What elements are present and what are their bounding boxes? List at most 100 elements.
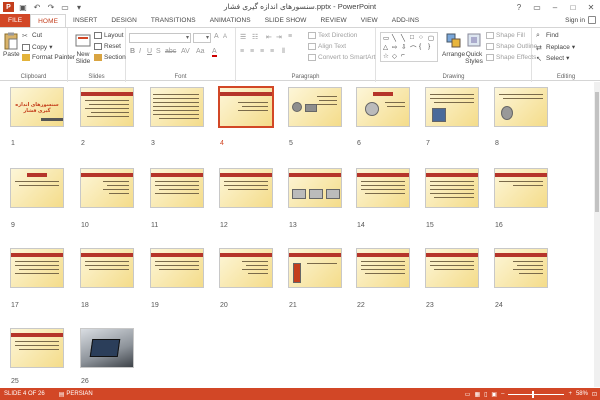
- slide-thumbnail-10[interactable]: [80, 168, 134, 208]
- shape-fill-button[interactable]: Shape Fill: [486, 32, 525, 39]
- arrange-button[interactable]: Arrange: [442, 32, 465, 58]
- slide-thumbnail-14[interactable]: [356, 168, 410, 208]
- slide-thumbnail-2[interactable]: [80, 87, 134, 127]
- line-spacing-icon[interactable]: ≡: [288, 33, 292, 40]
- help-button[interactable]: ?: [510, 0, 528, 14]
- curve-shape-icon[interactable]: ⌒: [410, 43, 417, 53]
- slide-thumbnail-17[interactable]: [10, 248, 64, 288]
- undo-icon[interactable]: ↶: [32, 2, 42, 12]
- slide-thumbnail-9[interactable]: [10, 168, 64, 208]
- shadow-icon[interactable]: S: [156, 48, 161, 55]
- maximize-button[interactable]: □: [564, 0, 582, 14]
- find-button[interactable]: ⌕ Find: [536, 32, 559, 39]
- tab-insert[interactable]: INSERT: [66, 14, 104, 27]
- replace-dropdown-icon[interactable]: ▾: [572, 43, 575, 51]
- reset-button[interactable]: Reset: [94, 43, 121, 50]
- text-direction-button[interactable]: Text Direction: [308, 32, 357, 39]
- slide-thumbnail-1[interactable]: سنسورهای اندازه گیری فشار: [10, 87, 64, 127]
- slide-thumbnail-16[interactable]: [494, 168, 548, 208]
- columns-icon[interactable]: ⫴: [282, 48, 285, 56]
- zoom-slider[interactable]: [508, 390, 565, 398]
- paste-button[interactable]: Paste: [3, 32, 20, 58]
- numbering-icon[interactable]: ☷: [252, 33, 258, 41]
- slide-thumbnail-22[interactable]: [356, 248, 410, 288]
- customize-toolbar-icon[interactable]: ▾: [74, 2, 84, 12]
- slide-thumbnail-21[interactable]: [288, 248, 342, 288]
- close-button[interactable]: ✕: [582, 0, 600, 14]
- justify-icon[interactable]: ≡: [270, 48, 274, 55]
- copy-button[interactable]: Copy ▾: [22, 43, 52, 51]
- shape-outline-button[interactable]: Shape Outline: [486, 43, 537, 50]
- decrease-indent-icon[interactable]: ⇤: [266, 33, 272, 41]
- scrollbar-thumb[interactable]: [595, 92, 599, 212]
- rounded-rect-shape-icon[interactable]: ▢: [428, 34, 434, 42]
- zoom-level[interactable]: 58%: [576, 391, 588, 397]
- zoom-slider-knob[interactable]: [532, 390, 535, 398]
- align-center-icon[interactable]: ≡: [250, 48, 254, 55]
- tab-file[interactable]: FILE: [0, 14, 31, 27]
- select-dropdown-icon[interactable]: ▾: [566, 54, 569, 62]
- replace-button[interactable]: ⇄ Replace ▾: [536, 43, 575, 52]
- callout-shape-icon[interactable]: ◇: [392, 52, 397, 60]
- tab-view[interactable]: VIEW: [354, 14, 385, 27]
- align-text-button[interactable]: Align Text: [308, 43, 346, 50]
- grow-font-icon[interactable]: A: [214, 33, 219, 40]
- tab-animations[interactable]: ANIMATIONS: [203, 14, 258, 27]
- bold-icon[interactable]: B: [130, 48, 135, 55]
- new-slide-button[interactable]: New Slide: [72, 32, 94, 65]
- increase-indent-icon[interactable]: ⇥: [276, 33, 282, 41]
- shapes-gallery[interactable]: ▭ ╲ ╲ □ ○ ▢ △ ⇨ ⇩ ⌒ { } ☆ ◇ ⌐: [380, 32, 438, 62]
- slide-thumbnail-3[interactable]: [150, 87, 204, 127]
- sign-in-label[interactable]: Sign in: [565, 17, 585, 24]
- vertical-scrollbar[interactable]: [594, 82, 600, 387]
- tab-design[interactable]: DESIGN: [104, 14, 144, 27]
- slide-thumbnail-18[interactable]: [80, 248, 134, 288]
- redo-icon[interactable]: ↷: [46, 2, 56, 12]
- slide-thumbnail-15[interactable]: [425, 168, 479, 208]
- convert-smartart-button[interactable]: Convert to SmartArt: [308, 54, 375, 61]
- slide-thumbnail-6[interactable]: [356, 87, 410, 127]
- layout-button[interactable]: Layout: [94, 32, 124, 39]
- shrink-font-icon[interactable]: A: [223, 34, 227, 40]
- slide-thumbnail-20[interactable]: [219, 248, 273, 288]
- slideshow-view-icon[interactable]: ▣: [491, 391, 497, 398]
- save-icon[interactable]: ▣: [18, 2, 28, 12]
- section-button[interactable]: Section: [94, 54, 126, 61]
- font-color-icon[interactable]: A: [212, 48, 217, 57]
- underline-icon[interactable]: U: [147, 48, 152, 55]
- copy-dropdown-icon[interactable]: ▾: [49, 43, 52, 51]
- line-shape-icon[interactable]: ╲: [392, 34, 396, 42]
- tab-add-ins[interactable]: ADD-INS: [385, 14, 426, 27]
- quick-styles-button[interactable]: Quick Styles: [464, 32, 484, 65]
- font-size-combo[interactable]: [193, 33, 211, 43]
- slide-thumbnail-23[interactable]: [425, 248, 479, 288]
- slide-sorter-view-icon[interactable]: ▦: [474, 391, 480, 398]
- text-box-shape-icon[interactable]: ▭: [383, 34, 389, 42]
- normal-view-icon[interactable]: ▭: [465, 391, 471, 398]
- tab-slide-show[interactable]: SLIDE SHOW: [258, 14, 314, 27]
- language-status[interactable]: ▤ PERSIAN: [59, 391, 93, 398]
- align-left-icon[interactable]: ≡: [240, 48, 244, 55]
- oval-shape-icon[interactable]: ○: [419, 34, 423, 41]
- avatar[interactable]: [588, 16, 596, 24]
- brace-shape-icon[interactable]: {: [419, 43, 421, 50]
- slide-thumbnail-7[interactable]: [425, 87, 479, 127]
- ribbon-display-button[interactable]: ▭: [528, 0, 546, 14]
- italic-icon[interactable]: I: [139, 48, 141, 55]
- slide-thumbnail-25[interactable]: [10, 328, 64, 368]
- bullets-icon[interactable]: ☰: [240, 33, 246, 41]
- minimize-button[interactable]: –: [546, 0, 564, 14]
- start-slideshow-icon[interactable]: ▭: [60, 2, 70, 12]
- triangle-shape-icon[interactable]: △: [383, 43, 388, 51]
- select-button[interactable]: ↖ Select ▾: [536, 54, 569, 63]
- tab-review[interactable]: REVIEW: [314, 14, 354, 27]
- arrow-shape-icon[interactable]: ⇨: [392, 43, 397, 51]
- arrow-shape-icon[interactable]: ⇩: [401, 43, 406, 51]
- shape-effects-button[interactable]: Shape Effects: [486, 54, 536, 61]
- cut-button[interactable]: ✂ Cut: [22, 32, 42, 40]
- zoom-in-icon[interactable]: +: [568, 391, 572, 397]
- brace-shape-icon[interactable]: }: [428, 43, 430, 50]
- slide-thumbnail-19[interactable]: [150, 248, 204, 288]
- font-name-combo[interactable]: [129, 33, 191, 43]
- rectangle-shape-icon[interactable]: □: [410, 34, 414, 41]
